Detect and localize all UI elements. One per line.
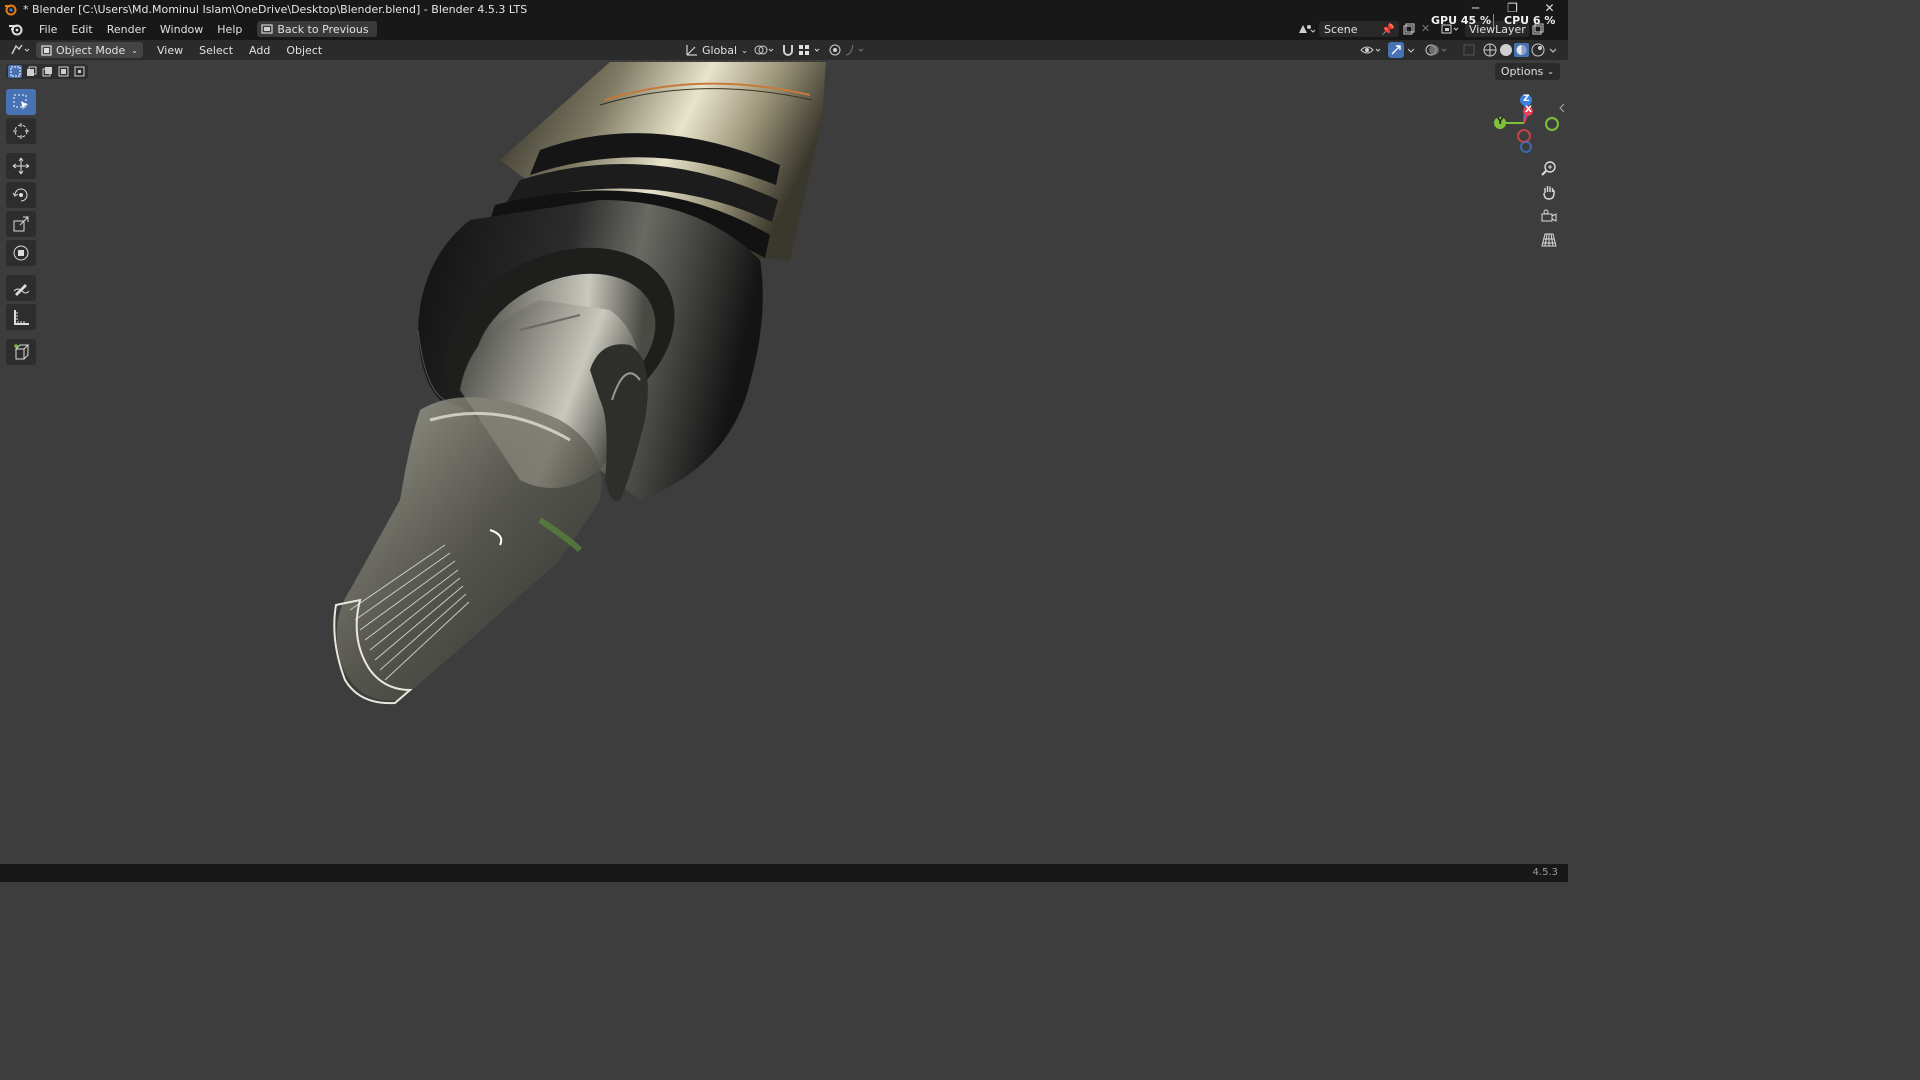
back-to-previous-button[interactable]: Back to Previous [257, 21, 377, 37]
delete-scene-icon[interactable]: ✕ [1421, 22, 1430, 35]
menu-view[interactable]: View [149, 44, 191, 57]
transform-icon [13, 245, 29, 261]
perspective-toggle-button[interactable] [1538, 229, 1560, 251]
move-icon [12, 157, 30, 175]
snap-target-icon[interactable] [798, 43, 824, 57]
gizmo-toggle-button[interactable] [1388, 42, 1404, 58]
fullscreen-icon [261, 24, 273, 34]
transform-tool[interactable] [6, 240, 36, 266]
hand-icon [1543, 186, 1555, 200]
orientation-icon [686, 45, 697, 56]
zoom-button[interactable] [1538, 157, 1560, 179]
scene-icon[interactable] [1296, 22, 1316, 36]
move-tool[interactable] [6, 153, 36, 179]
window-title: * Blender [C:\Users\Md.Mominul Islam\One… [23, 2, 528, 16]
menu-file[interactable]: File [32, 23, 64, 36]
gpu-value: 45 % [1460, 14, 1492, 27]
chevron-down-icon: ⌄ [741, 45, 748, 55]
object-mode-label: Object Mode [56, 43, 126, 57]
annotate-icon [13, 284, 30, 296]
transform-orientation-dropdown[interactable]: Global ⌄ [684, 42, 748, 58]
blender-logo-icon [5, 4, 17, 16]
pan-button[interactable] [1538, 181, 1560, 203]
zoom-icon [1541, 161, 1556, 176]
transform-orientation-label: Global [702, 43, 738, 57]
menu-render[interactable]: Render [100, 23, 153, 36]
shading-options-chevron-icon[interactable] [1548, 45, 1558, 55]
new-scene-icon[interactable] [1403, 23, 1415, 35]
editor-type-icon[interactable] [10, 43, 32, 57]
measure-tool[interactable] [6, 304, 36, 330]
add-cube-icon [14, 344, 30, 360]
cursor-icon [13, 123, 29, 139]
axis-x-label: X [1525, 105, 1532, 115]
rotate-icon [12, 188, 28, 202]
pin-icon[interactable]: 📌 [1381, 23, 1395, 36]
options-dropdown[interactable]: Options ⌄ [1494, 63, 1560, 80]
annotate-tool[interactable] [6, 275, 36, 301]
scale-tool[interactable] [6, 211, 36, 237]
scene-name: Scene [1324, 22, 1358, 36]
tattoo-cartridge-model [333, 62, 826, 705]
3d-viewport[interactable] [0, 60, 1568, 864]
object-mode-icon [41, 44, 52, 56]
menu-select[interactable]: Select [191, 44, 241, 57]
visibility-icon[interactable] [1360, 43, 1384, 57]
select-box-tool[interactable] [6, 89, 36, 115]
menu-edit[interactable]: Edit [64, 23, 99, 36]
grid-perspective-icon [1541, 233, 1557, 247]
xray-icon[interactable] [1462, 43, 1476, 57]
cursor-tool[interactable] [6, 118, 36, 144]
cpu-stat: CPU 6 % [1504, 14, 1555, 27]
axis-z-label: Z [1523, 94, 1530, 104]
menu-help[interactable]: Help [210, 23, 249, 36]
object-mode-dropdown[interactable]: Object Mode ⌄ [36, 42, 143, 58]
chevron-down-icon: ⌄ [131, 45, 138, 55]
select-box-icon [13, 94, 28, 110]
options-label: Options [1500, 65, 1544, 78]
axis-y-label: Y [1497, 117, 1504, 127]
chevron-down-icon[interactable] [1406, 45, 1416, 55]
scene-field[interactable]: Scene 📌 [1319, 21, 1399, 37]
falloff-icon[interactable] [845, 43, 869, 57]
snap-icon[interactable] [781, 43, 795, 57]
gpu-stat: GPU 45 % [1431, 14, 1491, 27]
menu-window[interactable]: Window [153, 23, 210, 36]
cpu-value: 6 % [1532, 14, 1556, 27]
status-bar: 4.5.3 [0, 864, 1568, 882]
overlays-icon[interactable] [1425, 43, 1451, 57]
proportional-editing-icon[interactable] [828, 43, 842, 57]
blender-menu-icon[interactable] [8, 22, 24, 36]
menu-add[interactable]: Add [241, 44, 278, 57]
shading-modes [1483, 43, 1545, 57]
version-label: 4.5.3 [1532, 867, 1558, 878]
chevron-down-icon: ⌄ [1547, 67, 1554, 76]
measure-icon [14, 310, 29, 325]
scale-icon [13, 216, 29, 232]
pivot-point-icon[interactable] [752, 43, 776, 57]
gpu-label: GPU [1431, 14, 1458, 27]
back-to-previous-label: Back to Previous [277, 22, 369, 36]
gizmo-icon [1391, 45, 1401, 55]
navigation-gizmo[interactable]: Z X Y [1486, 90, 1562, 156]
add-cube-tool[interactable] [6, 339, 36, 365]
camera-icon [1541, 209, 1557, 222]
cpu-label: CPU [1504, 14, 1530, 27]
menu-object[interactable]: Object [278, 44, 330, 57]
stats-divider [1493, 14, 1494, 28]
tool-shelf [6, 89, 38, 368]
rotate-tool[interactable] [6, 182, 36, 208]
camera-view-button[interactable] [1538, 205, 1560, 227]
title-bar: * Blender [C:\Users\Md.Mominul Islam\One… [0, 0, 1568, 18]
